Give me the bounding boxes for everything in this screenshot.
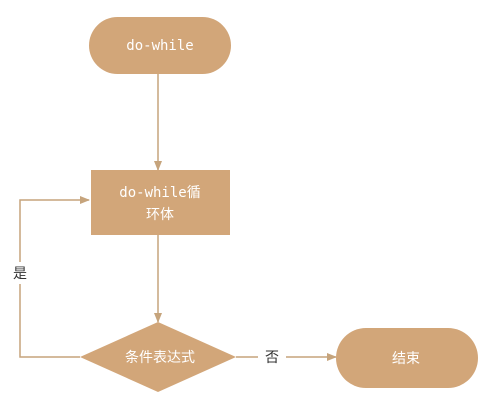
start-node-label: do-while [126,38,193,54]
start-node: do-while [89,17,231,74]
loop-body-label-line1: do-while循 [119,185,200,201]
condition-node: 条件表达式 [80,322,236,392]
loop-body-label-line2: 环体 [146,207,174,223]
end-node-label: 结束 [392,351,420,367]
condition-node-label: 条件表达式 [125,349,195,366]
flowchart: 是 否 do-while do-while循 环体 条件表达式 结束 [8,17,478,392]
loop-body-node: do-while循 环体 [91,170,230,235]
end-node: 结束 [336,328,478,388]
no-label: 否 [265,350,279,366]
yes-label: 是 [13,266,27,282]
